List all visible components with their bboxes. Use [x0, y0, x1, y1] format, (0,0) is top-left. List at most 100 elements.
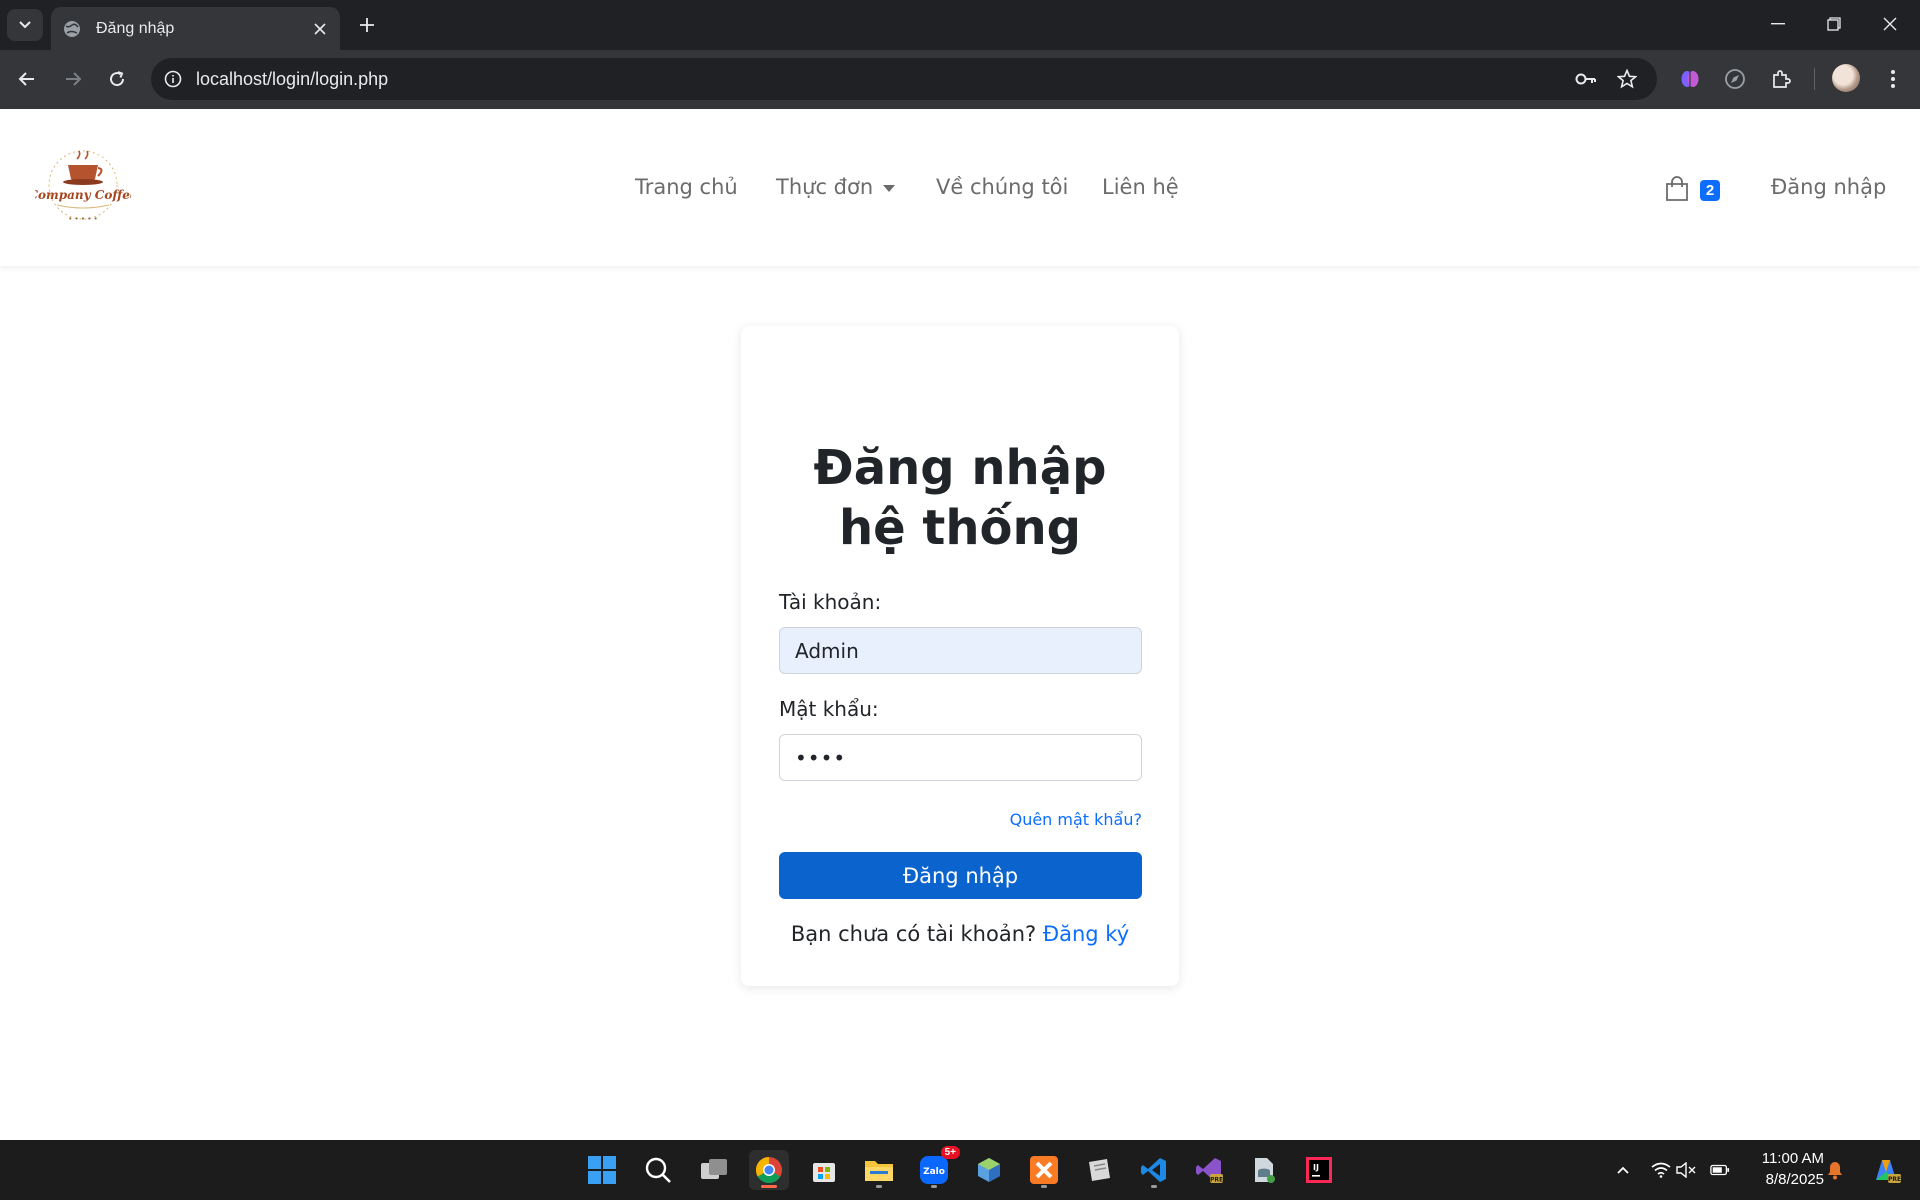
signup-prompt: Bạn chưa có tài khoản? Đăng ký: [741, 922, 1179, 946]
menu-kebab-icon[interactable]: [1878, 64, 1908, 94]
taskbar-intellij[interactable]: IJ: [1299, 1150, 1339, 1190]
taskbar-xampp[interactable]: [1024, 1150, 1064, 1190]
task-view-icon: [701, 1159, 727, 1179]
nav-item-menu-dropdown[interactable]: Thực đơn: [776, 175, 896, 199]
password-input[interactable]: ••••: [779, 734, 1142, 781]
password-key-icon[interactable]: [1574, 67, 1598, 91]
xampp-icon: [1030, 1156, 1058, 1184]
clock-time: 11:00 AM: [1761, 1150, 1824, 1167]
reload-button[interactable]: [100, 62, 134, 96]
profile-avatar[interactable]: [1832, 64, 1860, 92]
extension-brain-icon[interactable]: [1675, 64, 1705, 94]
taskbar-file-explorer[interactable]: [859, 1150, 899, 1190]
tab-search-button[interactable]: [7, 9, 43, 41]
zalo-notification-badge: 5+: [940, 1146, 960, 1159]
login-card: Đăng nhập hệ thống Tài khoản: Admin Mật …: [741, 326, 1179, 986]
chevron-down-icon: [19, 21, 31, 29]
browser-tab[interactable]: Đăng nhập: [51, 7, 340, 50]
extension-compass-icon[interactable]: [1720, 64, 1750, 94]
signup-link[interactable]: Đăng ký: [1043, 922, 1129, 946]
extensions-puzzle-icon[interactable]: [1766, 64, 1796, 94]
logo-text: Company Coffee: [35, 188, 131, 202]
close-icon: [1883, 17, 1897, 31]
search-icon: [645, 1157, 671, 1183]
username-input[interactable]: Admin: [779, 627, 1142, 674]
taskbar-clock[interactable]: 11:00 AM 8/8/2025: [1744, 1148, 1824, 1190]
taskbar-zalo[interactable]: Zalo 5+: [914, 1146, 960, 1190]
taskbar-vscode[interactable]: [1134, 1150, 1174, 1190]
copilot-icon[interactable]: PRE: [1868, 1152, 1904, 1188]
taskbar-visual-studio[interactable]: PRE: [1189, 1150, 1229, 1190]
store-icon: [813, 1163, 835, 1182]
address-bar[interactable]: localhost/login/login.php: [151, 58, 1657, 100]
toolbar-separator: [1814, 68, 1815, 90]
username-value: Admin: [795, 638, 859, 663]
cube-icon: [978, 1158, 1000, 1182]
notification-bell-icon[interactable]: [1825, 1160, 1845, 1180]
taskbar-search-button[interactable]: [638, 1150, 678, 1190]
folder-icon: [865, 1161, 893, 1181]
cart-count-badge: 2: [1700, 180, 1720, 201]
windows-taskbar: Zalo 5+ PRE IJ 11:00 AM 8/8/2025 PRE: [0, 1140, 1920, 1200]
password-value: ••••: [795, 745, 847, 770]
site-navbar: Company Coffee • • • • • Trang chủ Thực …: [0, 109, 1920, 266]
intellij-icon: IJ: [1306, 1157, 1332, 1183]
forgot-password-link[interactable]: Quên mật khẩu?: [1010, 810, 1142, 829]
company-coffee-logo[interactable]: Company Coffee • • • • •: [35, 149, 131, 225]
battery-icon[interactable]: [1710, 1160, 1730, 1180]
plus-icon: [360, 18, 374, 32]
login-submit-button[interactable]: Đăng nhập: [779, 852, 1142, 899]
shopping-bag-icon[interactable]: [1664, 176, 1690, 202]
forward-button[interactable]: [56, 62, 90, 96]
nav-login-link[interactable]: Đăng nhập: [1771, 175, 1886, 199]
caret-down-icon: [883, 184, 896, 192]
login-title: Đăng nhập hệ thống: [813, 440, 1107, 556]
arrow-right-icon: [66, 72, 82, 86]
vscode-icon: [1141, 1158, 1166, 1182]
tab-close-button[interactable]: [305, 14, 335, 44]
minimize-icon: [1771, 23, 1785, 25]
start-button[interactable]: [582, 1150, 622, 1190]
zalo-icon: Zalo: [920, 1156, 948, 1184]
svg-text:PRE: PRE: [1210, 1177, 1223, 1184]
username-label: Tài khoản:: [779, 590, 882, 614]
browser-tabstrip: Đăng nhập: [0, 0, 1920, 50]
url-text: localhost/login/login.php: [196, 69, 389, 89]
tray-chevron-up-icon[interactable]: [1613, 1160, 1633, 1180]
svg-text:Zalo: Zalo: [923, 1167, 945, 1177]
window-close-button[interactable]: [1862, 0, 1918, 48]
taskbar-chrome[interactable]: [749, 1150, 789, 1190]
new-tab-button[interactable]: [352, 10, 382, 40]
nav-item-menu-label: Thực đơn: [776, 175, 874, 199]
restore-button[interactable]: [1806, 0, 1862, 48]
visual-studio-icon: PRE: [1196, 1158, 1223, 1184]
wifi-icon[interactable]: [1651, 1160, 1671, 1180]
close-icon: [314, 22, 326, 35]
taskbar-app-generic[interactable]: [1079, 1150, 1119, 1190]
back-button[interactable]: [10, 62, 44, 96]
bookmark-star-icon[interactable]: [1615, 67, 1639, 91]
task-view-button[interactable]: [694, 1150, 734, 1190]
nav-item-home[interactable]: Trang chủ: [635, 175, 738, 199]
svg-text:• • • • •: • • • • •: [68, 215, 98, 223]
database-icon: [1255, 1158, 1275, 1183]
tab-title: Đăng nhập: [96, 19, 175, 37]
site-info-icon[interactable]: [161, 67, 185, 91]
taskbar-app-cube[interactable]: [969, 1150, 1009, 1190]
paper-icon: [1089, 1159, 1110, 1181]
chrome-icon: [755, 1156, 782, 1184]
nav-item-about[interactable]: Về chúng tôi: [936, 175, 1068, 199]
password-label: Mật khẩu:: [779, 697, 879, 721]
svg-text:PRE: PRE: [1888, 1176, 1901, 1183]
restore-icon: [1827, 17, 1841, 31]
signup-prompt-text: Bạn chưa có tài khoản?: [790, 922, 1037, 946]
volume-muted-icon[interactable]: [1676, 1160, 1696, 1180]
minimize-button[interactable]: [1750, 0, 1806, 48]
globe-icon: [64, 20, 80, 37]
windows-logo-icon: [588, 1156, 616, 1184]
browser-toolbar: localhost/login/login.php: [0, 50, 1920, 109]
reload-icon: [110, 71, 125, 87]
taskbar-database-tool[interactable]: [1244, 1150, 1284, 1190]
nav-item-contact[interactable]: Liên hệ: [1102, 175, 1179, 199]
taskbar-store[interactable]: [804, 1150, 844, 1190]
